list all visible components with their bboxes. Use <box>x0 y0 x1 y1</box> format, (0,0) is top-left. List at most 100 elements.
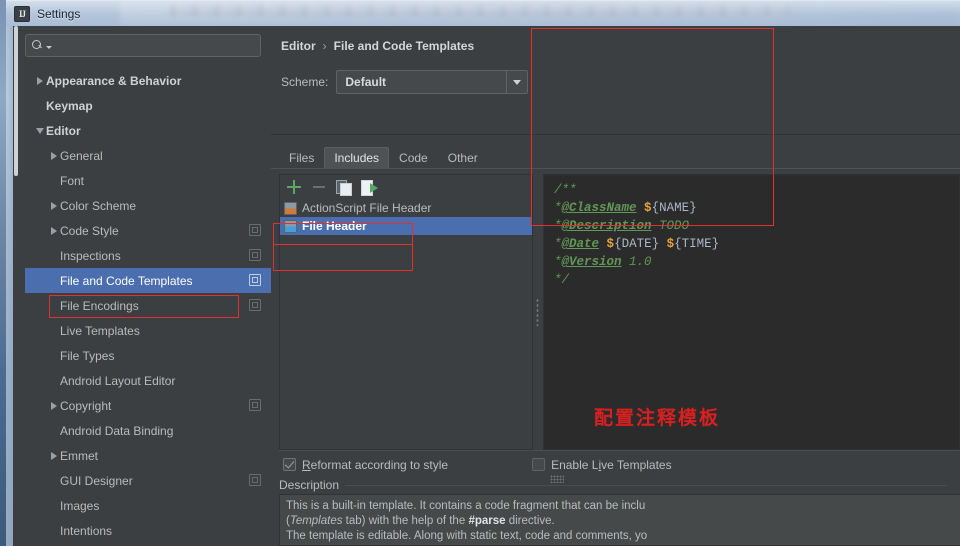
sidebar-item-color-scheme[interactable]: Color Scheme <box>25 193 271 218</box>
window-title: Settings <box>37 6 81 21</box>
sidebar-item-label: Font <box>60 173 85 188</box>
plus-icon[interactable] <box>286 179 302 195</box>
code-token-plain: TODO <box>651 219 690 233</box>
sidebar-item-code-style[interactable]: Code Style <box>25 218 271 243</box>
description-title: Description <box>279 478 340 492</box>
description-parse-directive: #parse <box>468 515 506 527</box>
sidebar-item-appearance-behavior[interactable]: Appearance & Behavior <box>25 68 271 93</box>
sidebar-item-label: Emmet <box>60 448 99 463</box>
tab-includes[interactable]: Includes <box>324 147 390 168</box>
code-line: /** <box>554 181 959 199</box>
list-item-label: ActionScript File Header <box>302 201 432 215</box>
sidebar-item-keymap[interactable]: Keymap <box>25 93 271 118</box>
chevron-right-icon[interactable] <box>47 401 60 410</box>
description-text[interactable]: This is a built-in template. It contains… <box>279 494 960 546</box>
template-list-pane: ActionScript File Header File Header <box>279 174 533 450</box>
sidebar-item-label: Appearance & Behavior <box>46 73 182 88</box>
description-line-2-c: directive. <box>505 515 555 527</box>
tab-other[interactable]: Other <box>438 147 488 168</box>
sidebar-item-gui-designer[interactable]: GUI Designer <box>25 468 271 493</box>
sidebar-item-label: Inspections <box>60 248 121 263</box>
tab-files[interactable]: Files <box>279 147 324 168</box>
export-icon[interactable] <box>361 179 378 196</box>
breadcrumb-parent[interactable]: Editor <box>281 39 316 53</box>
sidebar-item-android-layout-editor[interactable]: Android Layout Editor <box>25 368 271 393</box>
live-templates-checkbox-group[interactable]: Enable Live Templates <box>532 458 672 483</box>
code-line: *@Date ${DATE} ${TIME} <box>554 235 959 253</box>
sidebar-item-label: Keymap <box>46 98 93 113</box>
sidebar-scrollbar[interactable] <box>13 26 19 546</box>
chevron-right-icon[interactable] <box>47 201 60 210</box>
sidebar-item-android-data-binding[interactable]: Android Data Binding <box>25 418 271 443</box>
list-item[interactable]: File Header <box>280 217 532 235</box>
chevron-right-icon[interactable] <box>33 76 46 85</box>
search-box[interactable] <box>25 34 261 57</box>
sidebar-item-live-templates[interactable]: Live Templates <box>25 318 271 343</box>
sidebar-item-intentions[interactable]: Intentions <box>25 518 271 543</box>
reformat-checkbox-group[interactable]: Reformat according to style <box>283 458 448 472</box>
breadcrumb-current: File and Code Templates <box>333 39 475 53</box>
code-token-dollar: $ <box>644 201 652 215</box>
settings-tree: Appearance & Behavior Keymap Editor General… <box>25 68 271 543</box>
scheme-label: Scheme: <box>281 75 329 89</box>
code-token-var: {DATE} <box>614 237 667 251</box>
sidebar-item-file-encodings[interactable]: File Encodings <box>25 293 271 318</box>
chevron-right-icon[interactable] <box>47 226 60 235</box>
sidebar-item-file-and-code-templates[interactable]: File and Code Templates <box>25 268 271 293</box>
description-section-header: Description <box>279 478 948 492</box>
sidebar-item-label: Code Style <box>60 223 119 238</box>
pane-splitter[interactable] <box>533 174 543 450</box>
settings-sidebar: Appearance & Behavior Keymap Editor General… <box>13 26 271 546</box>
template-file-icon <box>284 201 297 215</box>
sidebar-item-label: Editor <box>46 123 81 138</box>
window-titlebar[interactable]: IJ Settings <box>6 0 960 26</box>
search-icon <box>32 40 43 51</box>
sidebar-item-font[interactable]: Font <box>25 168 271 193</box>
template-file-icon <box>284 219 297 233</box>
sidebar-item-emmet[interactable]: Emmet <box>25 443 271 468</box>
live-templates-label: Enable Live Templates <box>551 458 672 472</box>
code-token-dollar: $ <box>606 237 615 251</box>
scheme-dropdown-arrow[interactable] <box>506 71 528 93</box>
chevron-right-icon[interactable] <box>47 451 60 460</box>
live-templates-label-pre: Enable L <box>551 457 599 472</box>
code-token-cmt: /** <box>554 183 577 197</box>
chevron-right-icon[interactable] <box>47 151 60 160</box>
chevron-down-icon[interactable] <box>46 45 52 49</box>
sidebar-item-general[interactable]: General <box>25 143 271 168</box>
code-token-cmt: * <box>554 219 562 233</box>
description-line-2-italic: Templates <box>289 515 343 527</box>
description-line-1: This is a built-in template. It contains… <box>286 500 646 512</box>
search-input[interactable] <box>55 38 254 53</box>
copy-icon[interactable] <box>336 179 352 196</box>
code-token-tag: @Date <box>561 237 600 251</box>
description-rule <box>345 484 948 486</box>
sidebar-item-copyright[interactable]: Copyright <box>25 393 271 418</box>
sidebar-item-label: Color Scheme <box>60 198 137 213</box>
reformat-checkbox[interactable] <box>283 458 296 471</box>
project-scope-icon <box>249 474 261 486</box>
code-token-cmt: */ <box>554 273 570 287</box>
template-list-toolbar <box>280 175 532 199</box>
minus-icon[interactable] <box>311 179 327 195</box>
sidebar-item-inspections[interactable]: Inspections <box>25 243 271 268</box>
sidebar-item-images[interactable]: Images <box>25 493 271 518</box>
description-line-2-b: tab) with the help of the <box>342 515 469 527</box>
template-editor[interactable]: /** *@ClassName ${NAME} *@Description TODO… <box>543 174 960 450</box>
search-area <box>13 26 271 63</box>
scheme-dropdown[interactable]: Default <box>336 70 529 94</box>
sidebar-item-file-types[interactable]: File Types <box>25 343 271 368</box>
sidebar-item-label: Android Layout Editor <box>60 373 176 388</box>
settings-window: IJ Settings Appearance & Behavior Keymap E… <box>6 0 960 546</box>
list-item[interactable]: ActionScript File Header <box>280 199 532 217</box>
tab-code[interactable]: Code <box>389 147 438 168</box>
template-code[interactable]: /** *@ClassName ${NAME} *@Description TODO… <box>544 175 959 289</box>
sidebar-item-editor[interactable]: Editor <box>25 118 271 143</box>
code-line: *@Description TODO <box>554 217 959 235</box>
template-category-tabs: Files Includes Code Other <box>279 147 488 168</box>
sidebar-item-label: File Encodings <box>60 298 139 313</box>
chevron-down-icon[interactable] <box>33 127 46 134</box>
live-templates-checkbox[interactable] <box>532 458 546 471</box>
sidebar-scrollbar-thumb[interactable] <box>14 26 18 176</box>
